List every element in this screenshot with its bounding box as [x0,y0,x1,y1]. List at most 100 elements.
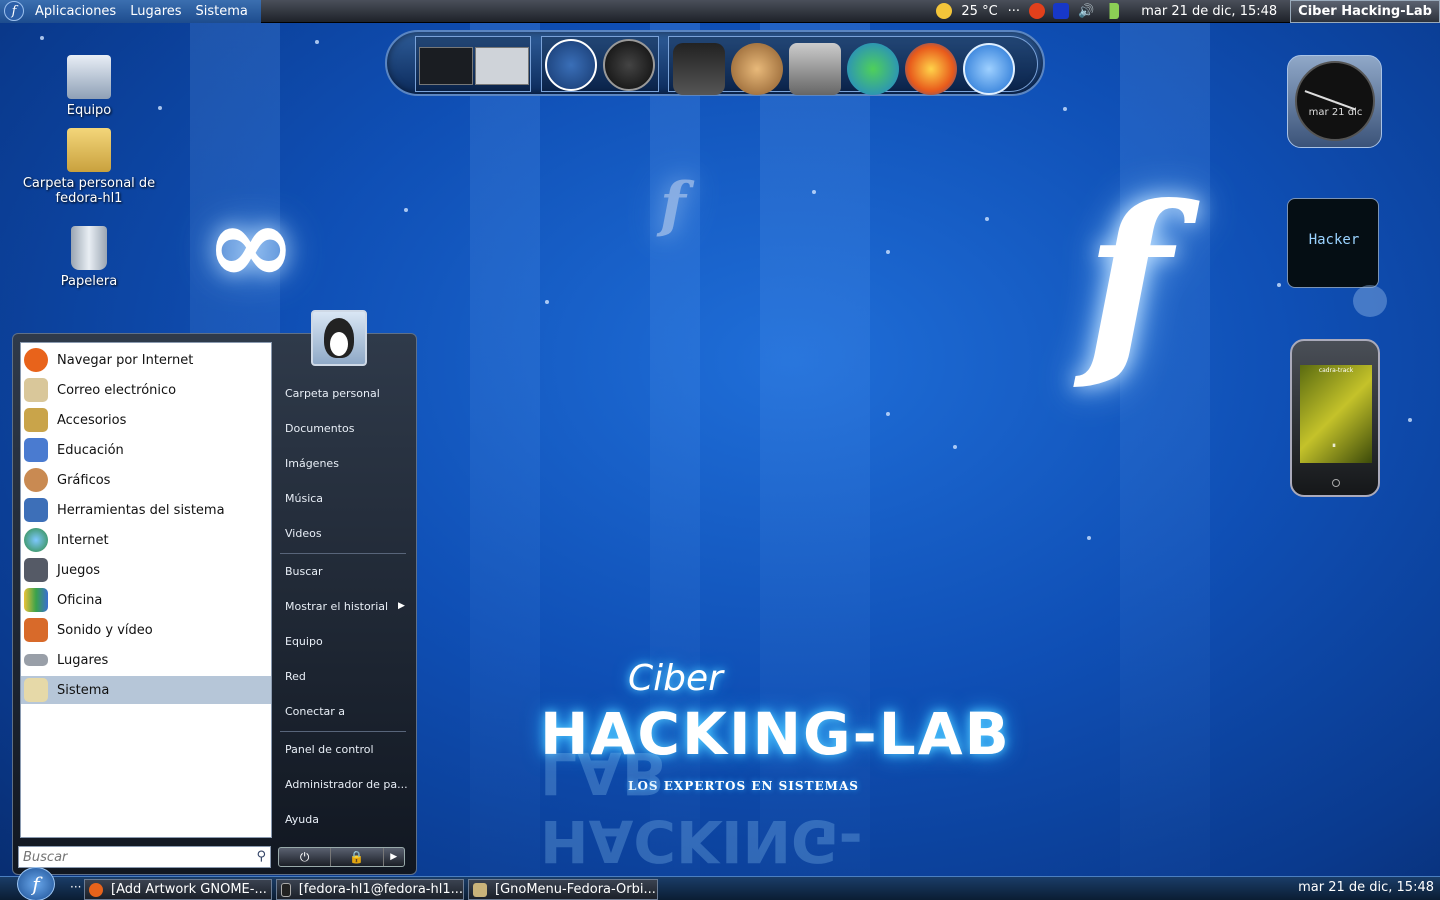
fedora-f-logo-small: f [660,170,686,240]
track-title: cadra-track [1318,367,1354,374]
place-documentos[interactable]: Documentos [285,422,354,435]
taskbar-clock[interactable]: mar 21 de dic, 15:48 [1298,880,1434,895]
place-imagenes[interactable]: Imágenes [285,457,339,470]
app-category-label: Internet [57,532,109,548]
power-button[interactable]: ⏻ [279,848,332,866]
task-terminal[interactable]: [fedora-hl1@fedora-hl1... [276,879,464,900]
file-manager-icon[interactable] [789,43,841,95]
app-category-label: Juegos [57,562,101,578]
hacker-text: Hacker [1308,232,1360,248]
place-buscar[interactable]: Buscar [285,565,323,578]
place-red[interactable]: Red [285,670,306,683]
app-category-label: Educación [57,442,124,458]
play-pause-button[interactable]: ⏸ [1332,441,1336,451]
app-category-correo[interactable]: Correo electrónico [21,376,271,404]
place-historial[interactable]: Mostrar el historial [285,600,388,613]
star [40,36,44,40]
gimp-icon[interactable] [731,43,783,95]
ipod-home-button[interactable] [1332,479,1340,487]
start-menu: Navegar por Internet Correo electrónico … [12,310,417,875]
app-category-label: Sonido y vídeo [57,622,153,638]
app-category-graficos[interactable]: Gráficos [21,466,271,494]
menu-sistema[interactable]: Sistema [189,4,255,19]
app-category-label: Lugares [57,652,109,668]
desktop-icon-equipo[interactable]: Equipo [19,55,159,118]
fedora-logo-icon[interactable]: f [4,1,24,21]
app-category-educacion[interactable]: Educación [21,436,271,464]
messenger-icon[interactable] [847,43,899,95]
taskbar-overflow-icon[interactable]: ··· [70,880,81,894]
desktop-icon-label: Carpeta personal de fedora-hl1 [22,176,156,206]
fedora-icon[interactable] [545,39,597,91]
weather-temperature[interactable]: 25 °C [961,4,997,19]
desktop-icon-label: Papelera [60,274,118,289]
app-category-herramientas[interactable]: Herramientas del sistema [21,496,271,524]
inkscape-icon[interactable] [673,43,725,95]
app-category-label: Herramientas del sistema [57,502,225,518]
app-category-internet[interactable]: Internet [21,526,271,554]
app-category-lugares[interactable]: Lugares [21,646,271,674]
clock-widget[interactable]: mar 21 dic [1287,55,1382,148]
app-category-sistema[interactable]: Sistema [21,676,271,704]
firefox-icon[interactable] [905,43,957,95]
window-thumbnail-desktop[interactable] [475,47,529,85]
star [886,250,890,254]
lock-icon[interactable]: 🔒 [331,848,384,866]
menu-lugares[interactable]: Lugares [123,4,188,19]
cursor-tool-icon[interactable] [1053,3,1070,19]
place-musica[interactable]: Música [285,492,323,505]
place-conectar[interactable]: Conectar a [285,705,345,718]
tray-overflow-icon[interactable]: ··· [1008,4,1020,19]
menu-aplicaciones[interactable]: Aplicaciones [28,4,123,19]
place-ayuda[interactable]: Ayuda [285,813,319,826]
hostname-label: Ciber Hacking-Lab [1290,0,1440,23]
trash-icon [71,226,107,270]
search-box: ⚲ [18,846,271,868]
volume-icon[interactable]: 🔊 [1078,4,1094,19]
place-videos[interactable]: Videos [285,527,322,540]
album-art [1300,365,1372,463]
widget-bubble [1353,285,1387,317]
desktop-icon-trash[interactable]: Papelera [19,226,159,289]
task-file-manager[interactable]: [GnoMenu-Fedora-Orbi... [468,879,658,900]
app-category-navegar[interactable]: Navegar por Internet [21,346,271,374]
star [545,300,549,304]
media-player-icon[interactable] [963,43,1015,95]
star [812,190,816,194]
session-more-arrow-icon[interactable]: ▶ [384,848,405,866]
multimedia-icon [24,618,48,642]
panel-clock[interactable]: mar 21 de dic, 15:48 [1141,4,1277,19]
hacker-widget[interactable]: Hacker [1287,198,1379,288]
music-player-widget[interactable]: cadra-track ⏸ [1290,339,1380,497]
app-category-label: Gráficos [57,472,111,488]
app-category-sonido[interactable]: Sonido y vídeo [21,616,271,644]
terminal-icon [281,882,291,897]
search-input[interactable] [19,847,239,867]
task-firefox[interactable]: [Add Artwork GNOME-... [84,879,272,900]
place-carpeta-personal[interactable]: Carpeta personal [285,387,380,400]
start-orb-button[interactable]: f [17,867,55,900]
app-category-oficina[interactable]: Oficina [21,586,271,614]
desktop-icon-home-folder[interactable]: Carpeta personal de fedora-hl1 [19,128,159,206]
gnome-icon[interactable] [603,39,655,91]
place-equipo[interactable]: Equipo [285,635,323,648]
network-signal-icon[interactable] [1103,3,1120,19]
mouse-cursor [98,785,116,801]
task-label: [fedora-hl1@fedora-hl1... [298,882,463,897]
app-category-juegos[interactable]: Juegos [21,556,271,584]
place-panel-control[interactable]: Panel de control [285,743,374,756]
separator [280,731,406,732]
app-category-accesorios[interactable]: Accesorios [21,406,271,434]
search-icon[interactable]: ⚲ [256,849,266,864]
app-category-label: Accesorios [57,412,127,428]
desktop-icon-label: Equipo [66,103,112,118]
weather-icon[interactable] [936,3,953,19]
place-administrador[interactable]: Administrador de pa... [285,778,408,791]
update-notifier-icon[interactable] [1029,3,1046,19]
drive-icon [24,654,48,666]
app-category-label: Navegar por Internet [57,352,194,368]
window-thumbnail-terminal[interactable] [419,47,473,85]
app-category-label: Oficina [57,592,103,608]
star [953,445,957,449]
user-avatar[interactable] [311,310,367,366]
